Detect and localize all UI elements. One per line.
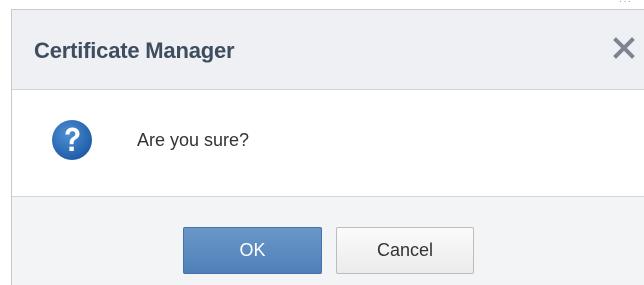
cancel-button[interactable]: Cancel xyxy=(336,227,474,274)
confirmation-message: Are you sure? xyxy=(137,130,250,150)
close-button[interactable] xyxy=(610,34,638,62)
background-edge-dots: ··· xyxy=(619,0,632,7)
ok-button[interactable]: OK xyxy=(183,227,322,274)
dialog-footer: OK Cancel xyxy=(12,197,644,285)
question-icon xyxy=(51,119,93,161)
close-icon xyxy=(613,37,635,59)
dialog-title: Certificate Manager xyxy=(34,38,235,63)
confirm-dialog: Certificate Manager Are you sure? OK Can… xyxy=(11,9,644,285)
dialog-header: Certificate Manager xyxy=(12,10,644,90)
dialog-body: Are you sure? xyxy=(12,90,644,197)
screen: ··· Certificate Manager Are you sure? OK… xyxy=(0,0,644,285)
